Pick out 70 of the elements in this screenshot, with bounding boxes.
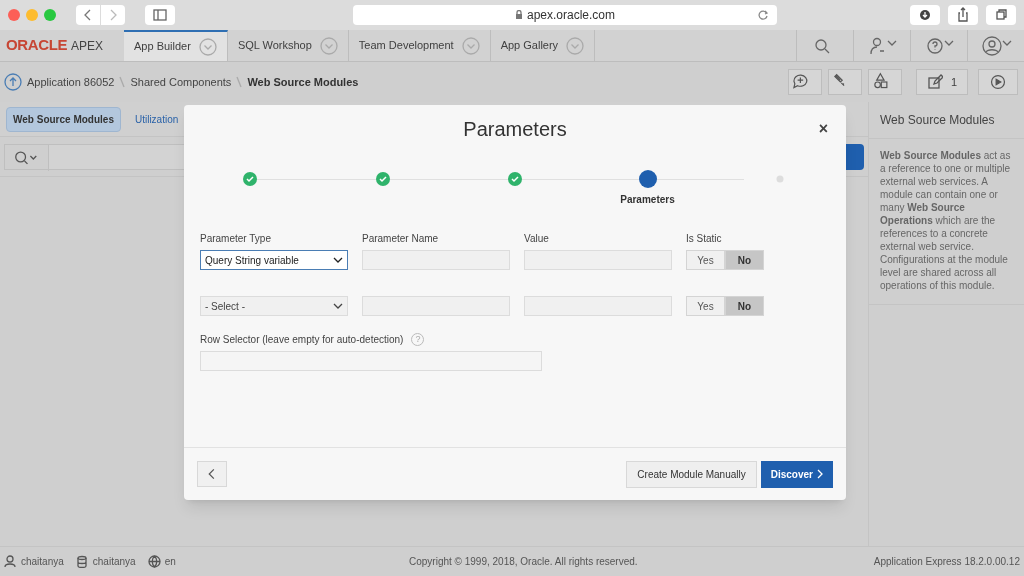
chevron-down-icon: [333, 301, 343, 311]
comment-icon[interactable]: [787, 69, 822, 95]
column-label: Is Static: [686, 232, 723, 246]
close-button[interactable]: ×: [818, 117, 828, 141]
input-field[interactable]: [524, 250, 672, 270]
breadcrumb-link[interactable]: Application 86052: [27, 73, 115, 91]
nav-tab[interactable]: Team Development: [348, 30, 491, 61]
select-field[interactable]: Query String variable: [200, 250, 348, 270]
window-control-icon: [8, 9, 20, 21]
panel-title: Web Source Modules: [869, 102, 1024, 139]
create-button[interactable]: Create Module Manually: [626, 460, 757, 488]
toggle-option[interactable]: Yes: [686, 250, 725, 270]
schema-name: chaitanya: [92, 555, 136, 569]
column-label: Parameter Type: [200, 232, 272, 246]
page-tab[interactable]: Utilization: [128, 107, 185, 131]
toggle-option[interactable]: Yes: [686, 296, 725, 316]
address-bar[interactable]: apex.oracle.com: [353, 5, 777, 25]
copyright-text: Copyright © 1999, 2018, Oracle. All rights reserved.: [409, 555, 638, 569]
database-icon: [75, 555, 89, 568]
logo-text: APEX: [71, 37, 104, 55]
sidebar-icon[interactable]: [145, 5, 175, 25]
chevron-down-icon: [461, 36, 480, 55]
url-text: apex.oracle.com: [526, 7, 615, 24]
field-label: Row Selector (leave empty for auto-detection): [200, 333, 404, 347]
input-field[interactable]: [200, 351, 542, 371]
toggle-option[interactable]: No: [725, 250, 764, 270]
back-icon[interactable]: [197, 461, 227, 487]
column-label: Value: [524, 232, 550, 246]
input-field[interactable]: [362, 250, 510, 270]
chevron-right-icon: [817, 469, 823, 479]
column-label: Parameter Name: [362, 232, 440, 246]
nav-tab[interactable]: App Gallery: [490, 30, 596, 61]
chevron-down-icon: [333, 255, 343, 265]
discover-button[interactable]: Discover: [760, 460, 833, 488]
separator-icon: [119, 76, 126, 88]
back-icon[interactable]: [76, 5, 100, 25]
run-icon[interactable]: [978, 69, 1018, 95]
separator-icon: [236, 76, 243, 88]
download-icon[interactable]: [910, 5, 940, 25]
edit-icon: [926, 74, 943, 90]
reload-icon[interactable]: [757, 9, 769, 21]
nav-tab[interactable]: SQL Workshop: [227, 30, 349, 61]
panel-description: Web Source Modules act as a reference to one or multiple external web services. A module can contain one or many Web Source Operations which are the references to a concrete external web service. Configurations at the module level are shared across all operations of this module.: [869, 139, 1024, 305]
account-icon[interactable]: [980, 33, 1012, 58]
version-text: Application Express 18.2.0.00.12: [873, 555, 1020, 569]
shapes-icon[interactable]: [867, 69, 902, 95]
dialog-title: Parameters: [463, 117, 567, 142]
share-icon[interactable]: [948, 5, 978, 25]
flashlight-icon[interactable]: [827, 69, 862, 95]
user-icon: [4, 555, 17, 568]
globe-icon: [147, 555, 161, 568]
breadcrumb-link[interactable]: Shared Components: [130, 73, 232, 91]
step-label: Parameters: [620, 193, 675, 207]
user-name: chaitanya: [21, 555, 64, 569]
input-field[interactable]: [524, 296, 672, 316]
chevron-down-icon: [566, 36, 585, 55]
select-field[interactable]: - Select -: [200, 296, 348, 316]
toggle-option[interactable]: No: [725, 296, 764, 316]
chevron-down-icon: [198, 37, 217, 56]
window-control-icon: [44, 9, 56, 21]
tabs-icon[interactable]: [986, 5, 1016, 25]
chevron-down-icon: [319, 36, 338, 55]
input-field[interactable]: [362, 296, 510, 316]
logo-text: ORACLE: [6, 35, 68, 56]
page-tab[interactable]: Web Source Modules: [6, 106, 121, 132]
nav-tab[interactable]: App Builder: [124, 30, 228, 61]
lock-icon: [514, 10, 523, 20]
language-link[interactable]: en: [164, 554, 176, 569]
window-control-icon: [26, 9, 38, 21]
edit-button[interactable]: 1: [915, 69, 968, 95]
